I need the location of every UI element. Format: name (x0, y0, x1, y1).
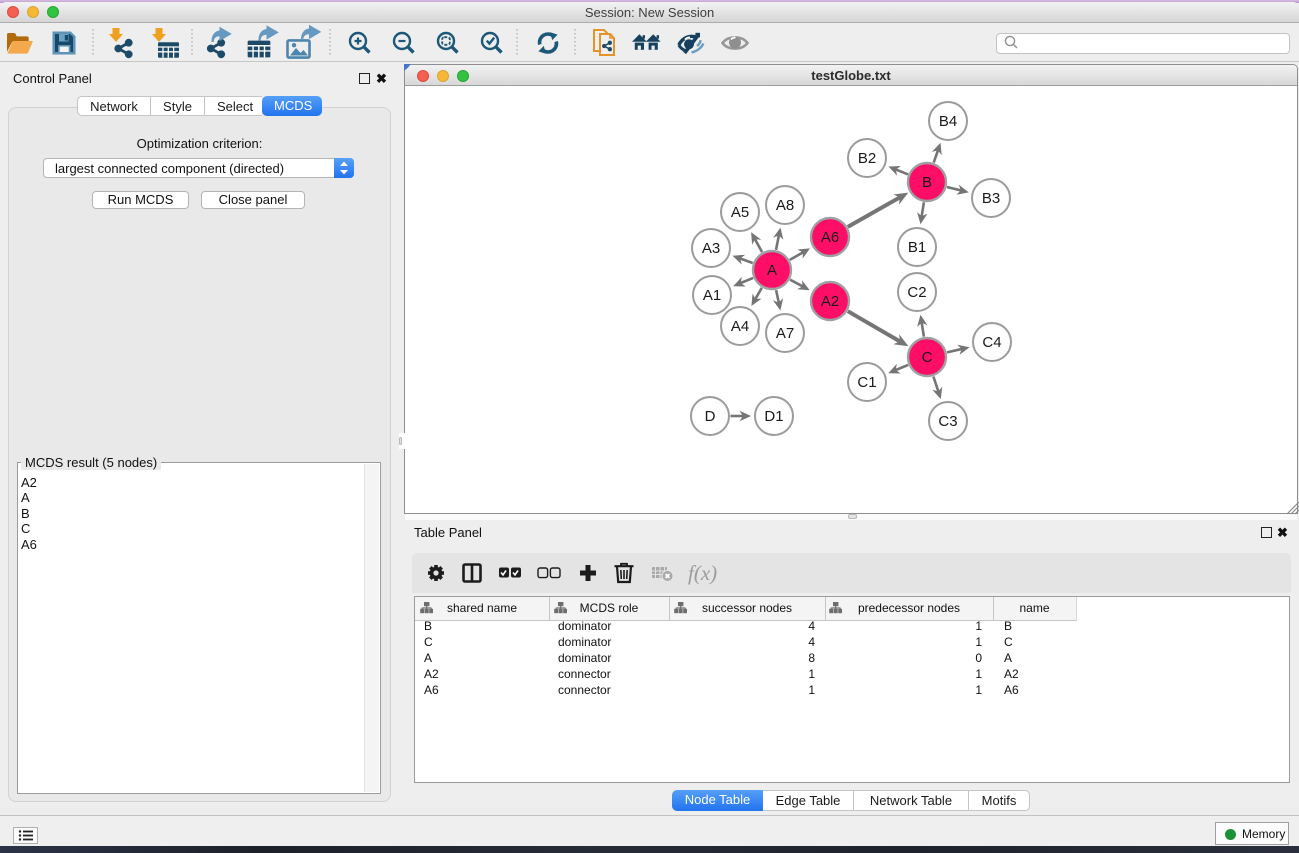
svg-text:C4: C4 (982, 334, 1001, 351)
svg-text:C1: C1 (857, 374, 876, 391)
svg-text:A: A (767, 262, 777, 279)
svg-text:A1: A1 (703, 287, 721, 304)
svg-text:B: B (922, 174, 932, 191)
svg-text:A2: A2 (821, 293, 839, 310)
svg-text:B1: B1 (908, 239, 926, 256)
svg-text:D1: D1 (764, 408, 783, 425)
svg-text:B3: B3 (982, 190, 1000, 207)
svg-text:C2: C2 (907, 284, 926, 301)
svg-text:A4: A4 (731, 318, 749, 335)
svg-text:A7: A7 (776, 325, 794, 342)
svg-text:B4: B4 (939, 113, 957, 130)
svg-text:A6: A6 (821, 229, 839, 246)
svg-text:C3: C3 (938, 413, 957, 430)
svg-text:A5: A5 (731, 204, 749, 221)
svg-text:A3: A3 (702, 240, 720, 257)
svg-text:f(x): f(x) (688, 561, 717, 585)
svg-text:C: C (922, 349, 933, 366)
svg-text:B2: B2 (858, 150, 876, 167)
svg-text:D: D (705, 408, 716, 425)
svg-text:A8: A8 (776, 197, 794, 214)
